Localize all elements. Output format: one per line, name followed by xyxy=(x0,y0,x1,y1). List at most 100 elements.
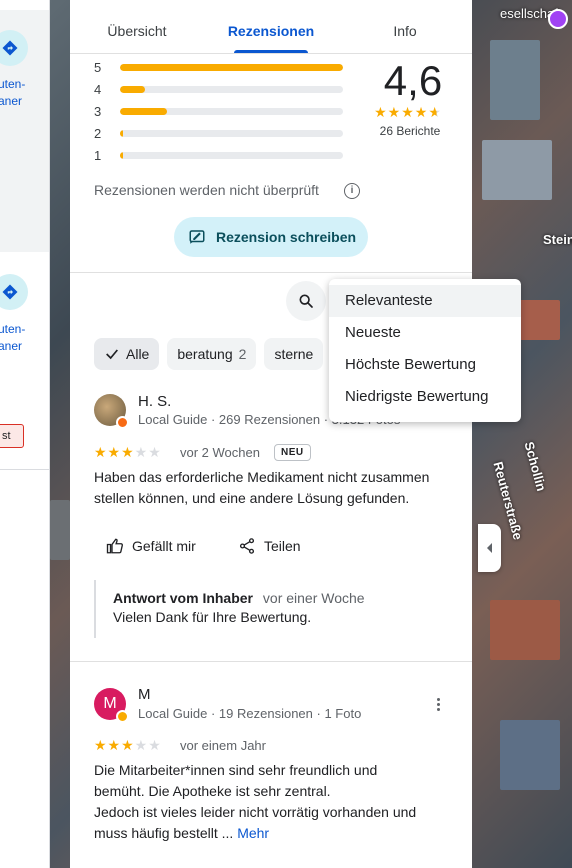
filter-chips: Alle beratung 2 sterne xyxy=(94,338,324,370)
owner-reply-time: vor einer Woche xyxy=(262,590,365,606)
avatar-letter: M xyxy=(103,695,117,712)
directions-icon[interactable] xyxy=(0,274,28,310)
tab-info[interactable]: Info xyxy=(338,0,472,53)
share-icon xyxy=(239,538,255,554)
thumbs-up-icon xyxy=(106,538,123,554)
avatar[interactable] xyxy=(94,394,129,429)
histogram-row[interactable]: 1 xyxy=(94,144,343,166)
sort-option-highest[interactable]: Höchste Bewertung xyxy=(329,349,521,381)
histogram-fill xyxy=(120,85,145,93)
chip-sterne[interactable]: sterne xyxy=(264,338,324,370)
more-options-icon[interactable] xyxy=(430,694,446,714)
chip-label: sterne xyxy=(274,346,314,362)
histogram-fill xyxy=(120,151,123,159)
histogram-fill xyxy=(120,129,123,137)
owner-reply: Antwort vom Inhaber vor einer Woche Viel… xyxy=(94,580,454,638)
edit-review-icon xyxy=(189,230,205,244)
chip-label: Alle xyxy=(126,346,150,362)
local-guide-badge-icon xyxy=(116,416,129,429)
new-badge: NEU xyxy=(274,444,311,461)
histogram-row[interactable]: 2 xyxy=(94,122,343,144)
histogram-star-label: 1 xyxy=(94,147,102,163)
route-label[interactable]: uten- xyxy=(0,321,25,337)
read-more-link[interactable]: Mehr xyxy=(237,825,269,841)
histogram-track xyxy=(120,151,343,159)
histogram-star-label: 3 xyxy=(94,103,102,119)
review-author-meta[interactable]: Local Guide · 19 Rezensionen · 1 Foto xyxy=(138,706,361,721)
result-chip[interactable]: st xyxy=(0,424,24,448)
like-label: Gefällt mir xyxy=(132,538,196,554)
chevron-left-icon xyxy=(486,543,492,553)
review-text-line: Haben das erforderliche Medikament nicht… xyxy=(94,469,430,485)
histogram-star-label: 4 xyxy=(94,81,102,97)
check-icon xyxy=(106,349,118,360)
sort-option-newest[interactable]: Neueste xyxy=(329,317,521,349)
review-text-line: muss häufig bestellt ... xyxy=(94,825,234,841)
chip-label: beratung xyxy=(177,346,233,362)
street-label: Stein xyxy=(543,232,572,247)
result-card-2[interactable]: uten- aner st xyxy=(0,252,49,470)
histogram-track xyxy=(120,85,343,93)
sort-option-lowest[interactable]: Niedrigste Bewertung xyxy=(329,381,521,413)
review-author[interactable]: M xyxy=(138,686,151,703)
rating-histogram: 5 4 3 2 1 xyxy=(94,56,343,166)
owner-reply-head: Antwort vom Inhaber vor einer Woche xyxy=(113,590,454,606)
route-label[interactable]: uten- xyxy=(0,76,25,92)
review-time: vor einem Jahr xyxy=(180,738,266,753)
review-time: vor 2 Wochen xyxy=(180,445,260,460)
average-rating: 4,6 xyxy=(383,57,443,104)
local-guide-badge-icon xyxy=(116,710,129,723)
histogram-star-label: 5 xyxy=(94,59,102,75)
owner-reply-text: Vielen Dank für Ihre Bewertung. xyxy=(113,609,312,625)
chip-beratung[interactable]: beratung 2 xyxy=(167,338,257,370)
tab-reviews[interactable]: Rezensionen xyxy=(204,0,338,53)
chip-all[interactable]: Alle xyxy=(94,338,160,370)
search-icon xyxy=(299,294,313,308)
histogram-track xyxy=(120,63,343,71)
info-icon[interactable]: i xyxy=(344,183,360,199)
review-text: Die Mitarbeiter*innen sind sehr freundli… xyxy=(94,760,464,844)
histogram-row[interactable]: 3 xyxy=(94,100,343,122)
review-text-line: Die Mitarbeiter*innen sind sehr freundli… xyxy=(94,762,378,778)
results-list-strip: uten- aner uten- aner st xyxy=(0,0,50,868)
review-author[interactable]: H. S. xyxy=(138,393,171,410)
share-label: Teilen xyxy=(264,538,301,554)
histogram-track xyxy=(120,129,343,137)
sort-menu: Relevanteste Neueste Höchste Bewertung N… xyxy=(329,279,521,422)
review-text-line: bemüht. Die Apotheke ist sehr zentral. xyxy=(94,783,331,799)
divider xyxy=(70,272,472,273)
directions-icon[interactable] xyxy=(0,30,28,66)
review-text: Haben das erforderliche Medikament nicht… xyxy=(94,467,454,509)
owner-reply-title: Antwort vom Inhaber xyxy=(113,590,254,606)
histogram-star-label: 2 xyxy=(94,125,102,141)
write-review-button[interactable]: Rezension schreiben xyxy=(174,217,368,257)
sort-option-relevant[interactable]: Relevanteste xyxy=(329,285,521,317)
tab-overview[interactable]: Übersicht xyxy=(70,0,204,53)
collapse-panel-button[interactable] xyxy=(478,524,501,572)
review-stars: ★★★★★ xyxy=(94,444,162,460)
like-button[interactable]: Gefällt mir xyxy=(106,537,196,555)
result-card-1[interactable]: uten- aner xyxy=(0,10,49,252)
histogram-row[interactable]: 5 xyxy=(94,56,343,78)
review-text-line: stellen können, und eine andere Lösung g… xyxy=(94,490,410,506)
avatar[interactable]: M xyxy=(94,688,129,723)
review-notice: Rezensionen werden nicht überprüft xyxy=(94,182,319,198)
average-stars: ★★★★★ xyxy=(374,104,442,120)
histogram-fill xyxy=(120,63,343,71)
histogram-fill xyxy=(120,107,167,115)
histogram-track xyxy=(120,107,343,115)
route-label[interactable]: aner xyxy=(0,338,22,354)
divider xyxy=(70,661,472,662)
poi-marker-icon[interactable] xyxy=(548,9,568,29)
tab-bar: Übersicht Rezensionen Info xyxy=(70,0,472,54)
write-review-label: Rezension schreiben xyxy=(216,229,357,245)
share-button[interactable]: Teilen xyxy=(238,537,301,555)
histogram-row[interactable]: 4 xyxy=(94,78,343,100)
search-reviews-button[interactable] xyxy=(286,281,326,321)
review-stars: ★★★★★ xyxy=(94,737,162,753)
review-count[interactable]: 26 Berichte xyxy=(365,124,455,138)
chip-count: 2 xyxy=(238,346,247,362)
route-label[interactable]: aner xyxy=(0,93,22,109)
review-text-line: Jedoch ist vieles leider nicht vorrätig … xyxy=(94,804,417,820)
place-panel: Übersicht Rezensionen Info 5 4 3 2 1 4,6 ★★★… xyxy=(70,0,472,868)
